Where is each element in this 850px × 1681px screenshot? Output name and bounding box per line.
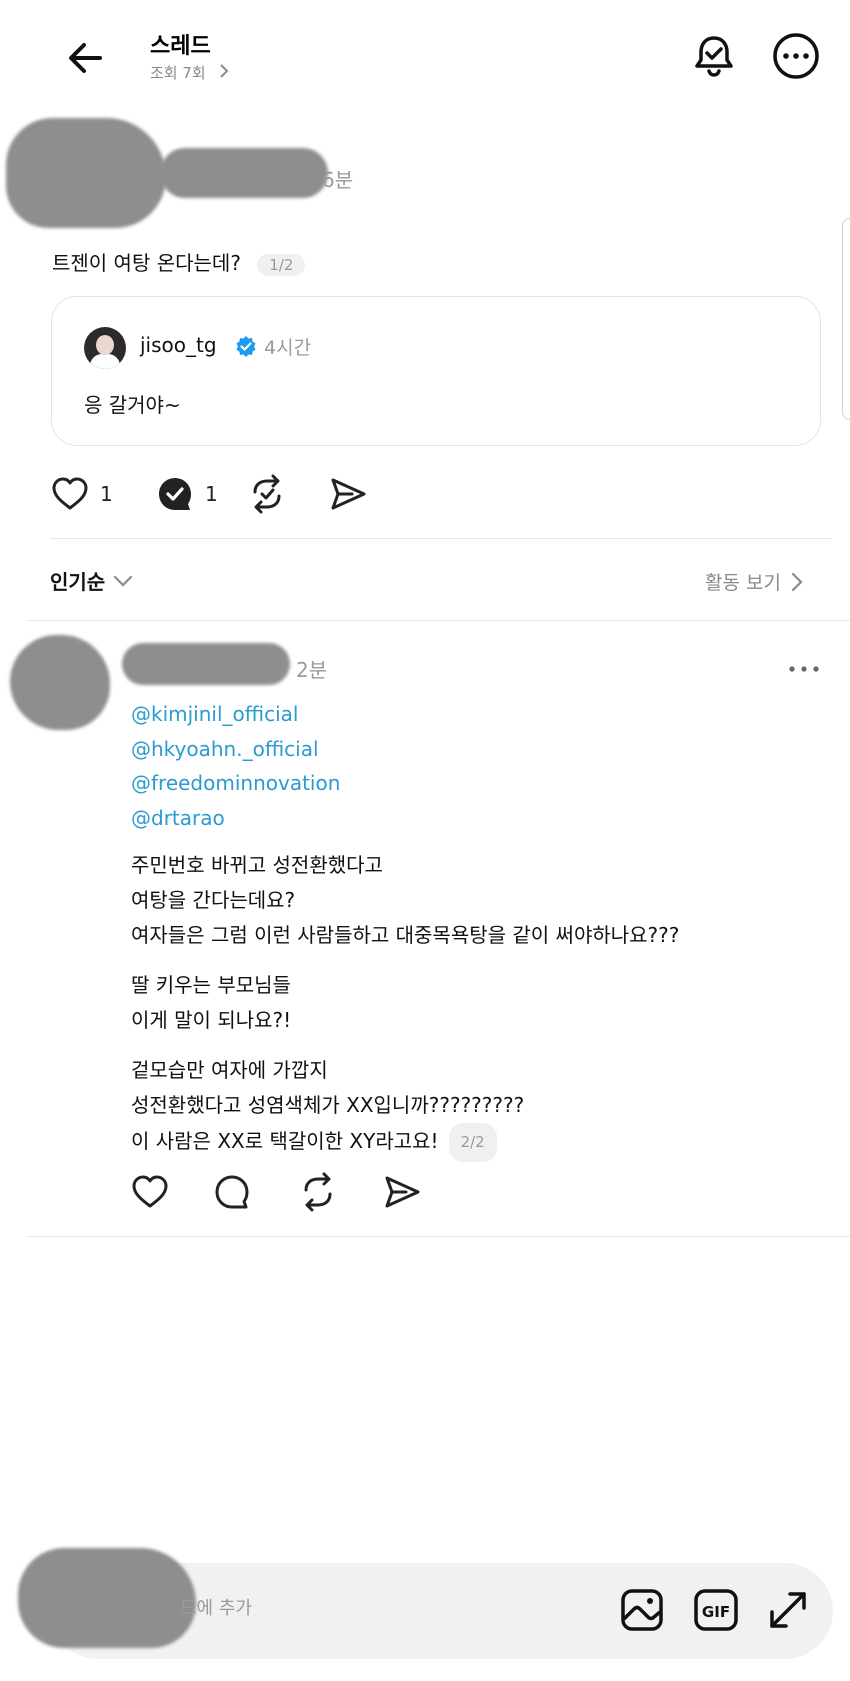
send-icon — [331, 478, 366, 510]
reply-line: 이게 말이 되나요?! — [131, 1008, 292, 1032]
more-horizontal-icon — [789, 666, 819, 672]
quoted-username[interactable]: jisoo_tg — [140, 333, 217, 357]
more-horizontal-icon — [773, 33, 819, 79]
heart-icon — [52, 477, 88, 510]
repost-icon — [304, 1172, 332, 1212]
view-count: 조회 7회 — [150, 64, 206, 82]
bell-check-icon — [695, 36, 733, 77]
back-button[interactable] — [62, 34, 110, 82]
svg-text:GIF: GIF — [702, 1603, 730, 1621]
mention-link[interactable]: @drtarao — [131, 801, 340, 836]
top-bar: 스레드 조회 7회 — [0, 0, 850, 110]
mention-link[interactable]: @freedominnovation — [131, 766, 340, 801]
chevron-right-icon — [219, 64, 228, 78]
redacted-username[interactable] — [160, 148, 328, 198]
attach-gif-button[interactable]: GIF — [692, 1586, 740, 1634]
redacted-username[interactable] — [122, 643, 290, 685]
page-title: 스레드 — [150, 34, 211, 59]
comment-icon — [215, 1175, 249, 1209]
repost-button[interactable] — [247, 474, 287, 514]
like-count: 1 — [100, 482, 113, 506]
reply-line: 여자들은 그럼 이런 사람들하고 대중목욕탕을 같이 써야하나요??? — [131, 923, 680, 947]
reply-actions — [130, 1172, 430, 1212]
comment-icon — [159, 478, 191, 510]
sort-dropdown[interactable]: 인기순 — [50, 566, 133, 595]
post-body: 트젠이 여탕 온다는데? — [52, 251, 241, 275]
quoted-text: 응 갈거야~ — [84, 393, 181, 417]
chevron-down-icon — [114, 575, 133, 587]
redacted-avatar — [10, 635, 110, 730]
view-count-link[interactable]: 조회 7회 — [150, 62, 229, 83]
reply-button[interactable] — [212, 1172, 252, 1212]
divider — [28, 620, 850, 621]
reply-body: 주민번호 바뀌고 성전환했다고 여탕을 간다는데요? 여자들은 그럼 이런 사람… — [131, 848, 679, 1177]
heart-icon — [132, 1175, 168, 1208]
attach-image-button[interactable] — [618, 1586, 666, 1634]
view-activity-link[interactable]: 활동 보기 — [705, 568, 803, 595]
divider — [28, 1236, 850, 1237]
reply-line: 성전환했다고 성염색체가 XX입니까????????? — [131, 1093, 525, 1117]
share-button[interactable] — [328, 474, 368, 514]
repost-button[interactable] — [298, 1172, 338, 1212]
reply-line: 여탕을 간다는데요? — [131, 888, 296, 912]
reply-line: 겉모습만 여자에 가깝지 — [131, 1058, 328, 1082]
notification-button[interactable] — [690, 32, 738, 80]
page-indicator: 1/2 — [257, 253, 306, 276]
post-timestamp: 6분 — [322, 168, 354, 192]
send-icon — [385, 1176, 420, 1208]
more-options-button[interactable] — [772, 32, 820, 80]
share-button[interactable] — [382, 1172, 422, 1212]
reply-paragraph: 겉모습만 여자에 가깝지 성전환했다고 성염색체가 XX입니까?????????… — [131, 1053, 679, 1162]
quoted-post[interactable]: jisoo_tg 4시간 응 갈거야~ — [51, 296, 821, 446]
sort-label: 인기순 — [50, 570, 106, 594]
reply-line: 딸 키우는 부모님들 — [131, 973, 291, 997]
repost-icon — [253, 474, 281, 514]
gif-icon: GIF — [694, 1589, 738, 1631]
redacted-avatar — [18, 1548, 196, 1648]
reply-line: 이 사람은 XX로 택갈이한 XY라고요! 2/2 — [131, 1123, 679, 1162]
reply-paragraph: 주민번호 바뀌고 성전환했다고 여탕을 간다는데요? 여자들은 그럼 이런 사람… — [131, 848, 679, 953]
redacted-avatar — [6, 118, 166, 228]
verified-badge-icon — [236, 336, 256, 357]
reply-button[interactable]: 1 — [155, 474, 218, 514]
compose-placeholder[interactable]: 드에 추가 — [180, 1594, 252, 1620]
mention-list: @kimjinil_official @hkyoahn._official @f… — [131, 697, 340, 835]
post-text: 트젠이 여탕 온다는데? 1/2 — [52, 247, 306, 276]
quoted-timestamp: 4시간 — [264, 337, 312, 359]
reply-line: 주민번호 바뀌고 성전환했다고 — [131, 853, 383, 877]
expand-icon — [770, 1592, 806, 1628]
arrow-left-icon — [69, 43, 102, 73]
reply-line-text: 이 사람은 XX로 택갈이한 XY라고요! — [131, 1129, 439, 1153]
like-button[interactable] — [130, 1172, 170, 1212]
expand-button[interactable] — [764, 1586, 812, 1634]
chevron-right-icon — [791, 572, 803, 591]
post-actions: 1 1 — [50, 474, 450, 514]
avatar[interactable] — [84, 327, 126, 369]
reply-timestamp: 2분 — [296, 658, 328, 682]
page-indicator: 2/2 — [448, 1123, 497, 1162]
reply-paragraph: 딸 키우는 부모님들 이게 말이 되나요?! — [131, 968, 679, 1038]
image-icon — [621, 1589, 663, 1631]
mention-link[interactable]: @kimjinil_official — [131, 697, 340, 732]
reply-count: 1 — [205, 482, 218, 506]
scrollbar[interactable] — [842, 218, 850, 420]
mention-link[interactable]: @hkyoahn._official — [131, 732, 340, 767]
divider — [50, 538, 832, 539]
activity-label: 활동 보기 — [705, 572, 781, 594]
reply-more-button[interactable] — [788, 660, 820, 672]
like-button[interactable]: 1 — [50, 474, 113, 514]
